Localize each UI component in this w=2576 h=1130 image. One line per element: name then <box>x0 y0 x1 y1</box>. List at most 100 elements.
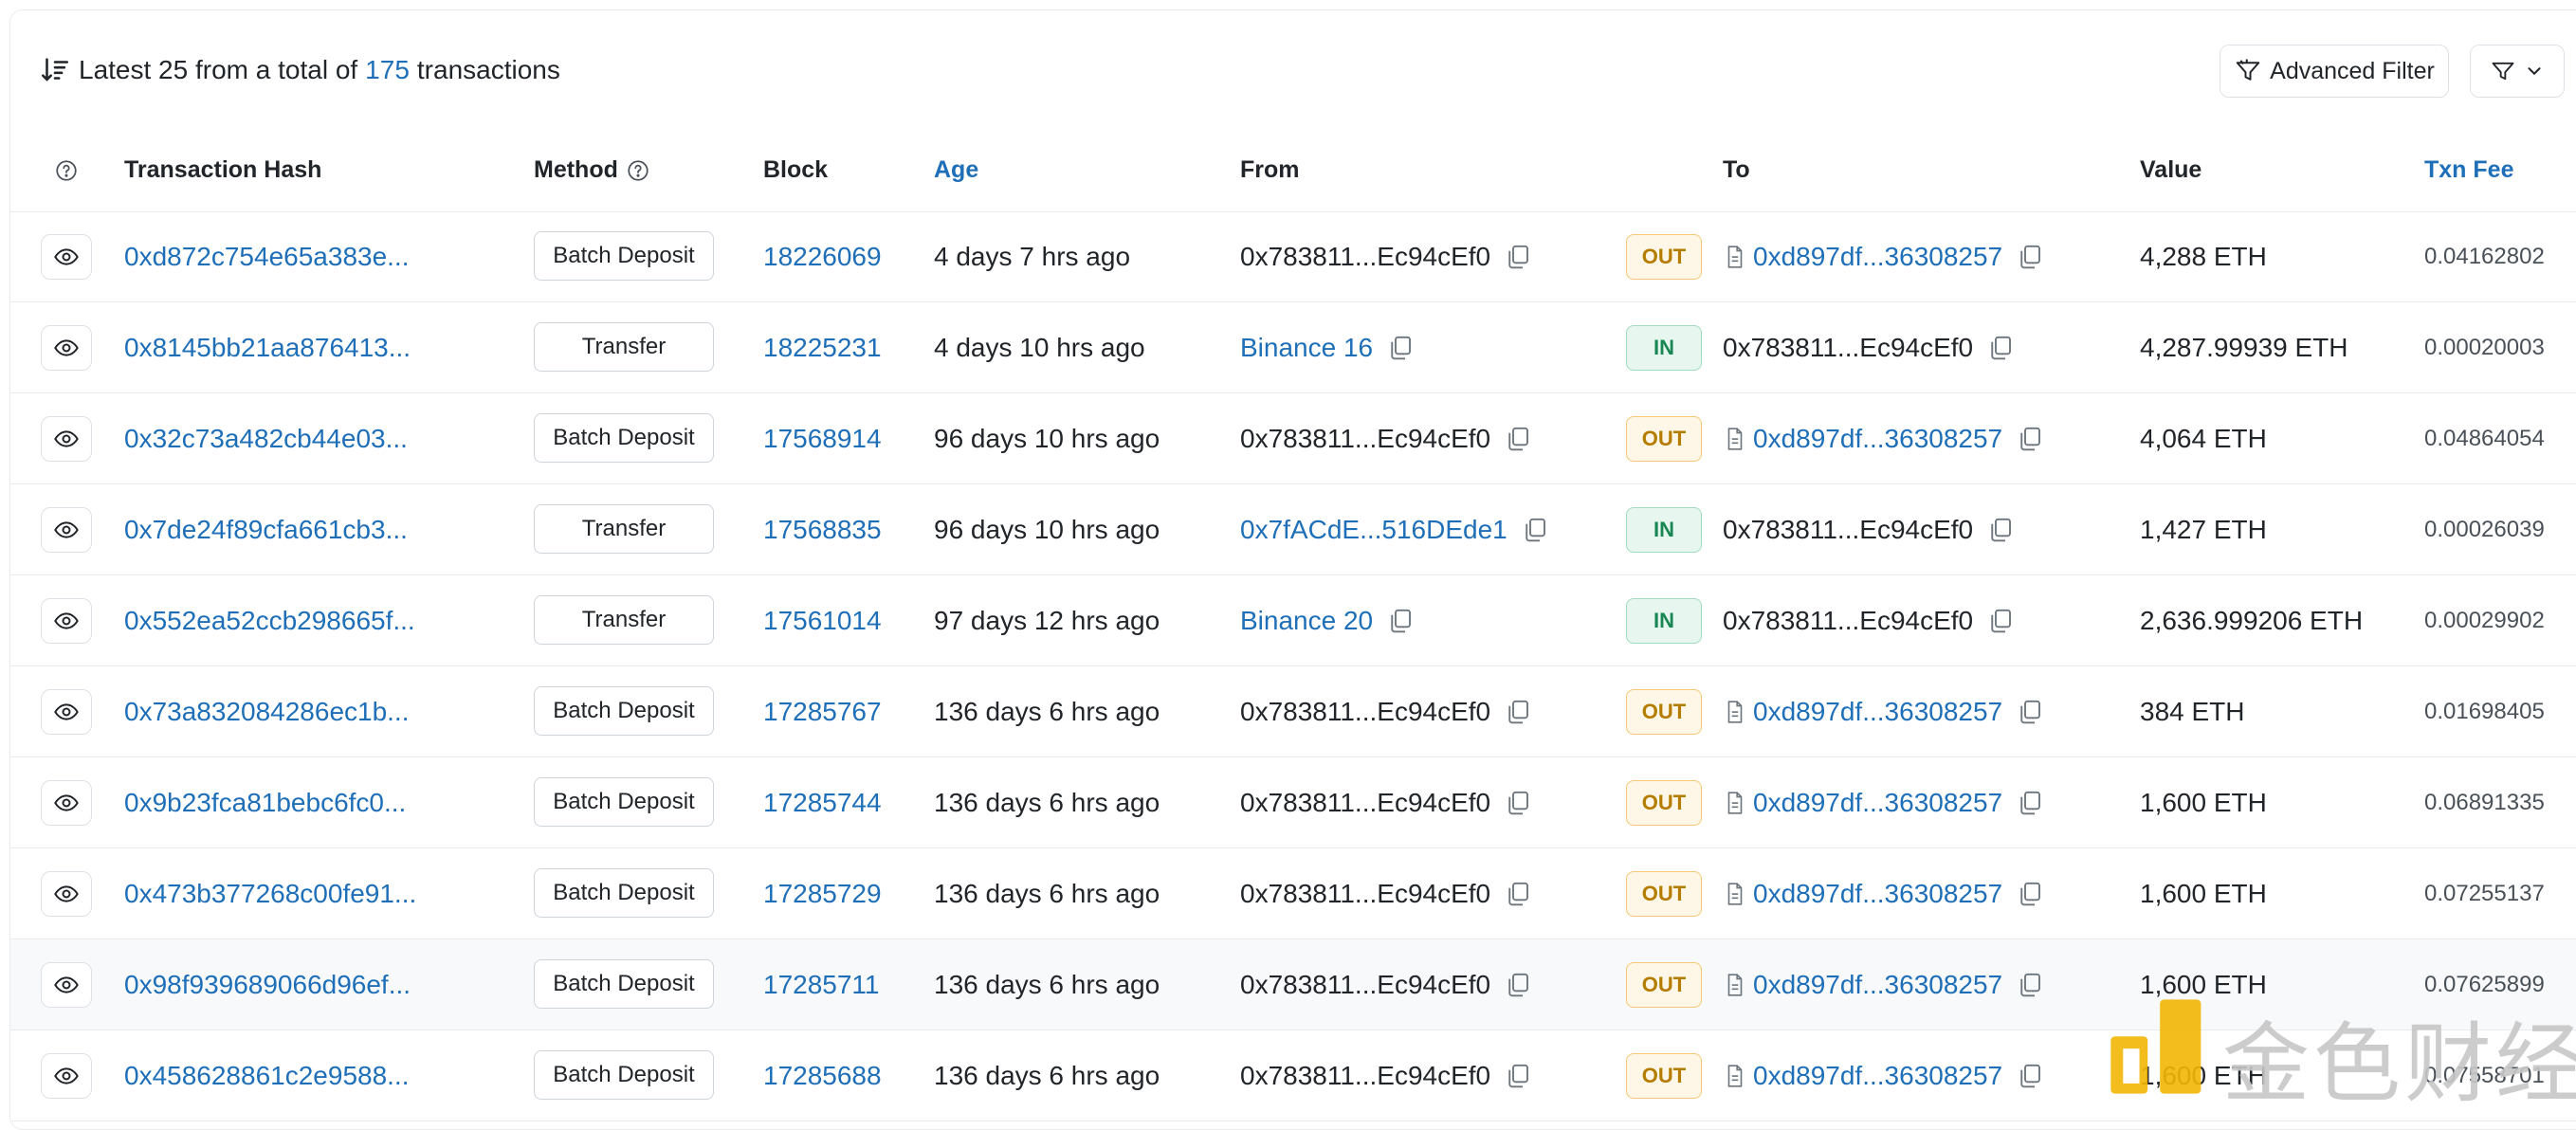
transaction-hash-link[interactable]: 0xd872c754e65a383e... <box>124 211 410 302</box>
copy-icon[interactable] <box>1521 516 1549 544</box>
block-link[interactable]: 17568914 <box>763 393 882 484</box>
block-link[interactable]: 17285767 <box>763 666 882 757</box>
from-address-text: 0x783811...Ec94cEf0 <box>1240 242 1491 271</box>
to-address-text[interactable]: 0xd897df...36308257 <box>1753 879 2002 909</box>
copy-icon[interactable] <box>2016 698 2044 726</box>
preview-button[interactable] <box>41 871 92 917</box>
value-text: 1,600 ETH <box>2140 879 2267 908</box>
watermark: 金色财经 <box>2107 988 2576 1115</box>
block-link[interactable]: 17285688 <box>763 1030 882 1121</box>
block-link[interactable]: 18226069 <box>763 211 882 302</box>
header-help[interactable] <box>54 129 79 211</box>
filter-dropdown-button[interactable] <box>2470 45 2565 98</box>
copy-icon[interactable] <box>1504 243 1532 271</box>
block-link[interactable]: 18225231 <box>763 302 882 393</box>
transaction-hash-link[interactable]: 0x8145bb21aa876413... <box>124 302 411 393</box>
to-address-text[interactable]: 0xd897df...36308257 <box>1753 970 2002 1000</box>
method-badge: Batch Deposit <box>534 959 714 1009</box>
preview-button[interactable] <box>41 234 92 280</box>
copy-icon[interactable] <box>1386 607 1415 635</box>
to-address: 0xd897df...36308257 <box>1723 848 2044 939</box>
copy-icon[interactable] <box>1504 971 1532 999</box>
transaction-hash-link[interactable]: 0x9b23fca81bebc6fc0... <box>124 757 406 848</box>
copy-icon[interactable] <box>1504 789 1532 817</box>
from-address-text[interactable]: Binance 20 <box>1240 606 1373 636</box>
value-text: 1,427 ETH <box>2140 515 2267 544</box>
copy-icon[interactable] <box>2016 425 2044 453</box>
copy-icon[interactable] <box>1504 880 1532 908</box>
txn-fee-text: 0.00026039 <box>2424 517 2545 542</box>
copy-icon[interactable] <box>1386 334 1415 362</box>
transaction-hash-link[interactable]: 0x7de24f89cfa661cb3... <box>124 484 408 575</box>
from-address-text[interactable]: Binance 16 <box>1240 333 1373 363</box>
to-address-text[interactable]: 0xd897df...36308257 <box>1753 788 2002 818</box>
age-text: 96 days 10 hrs ago <box>934 424 1160 453</box>
block-link[interactable]: 17561014 <box>763 575 882 666</box>
copy-icon[interactable] <box>2016 971 2044 999</box>
contract-file-icon <box>1727 974 1743 996</box>
direction-badge: IN <box>1626 507 1702 553</box>
age-text: 4 days 10 hrs ago <box>934 333 1145 362</box>
copy-icon[interactable] <box>2016 880 2044 908</box>
value-text: 1,600 ETH <box>2140 788 2267 817</box>
to-address-text[interactable]: 0xd897df...36308257 <box>1753 697 2002 727</box>
copy-icon[interactable] <box>1986 607 2015 635</box>
transaction-hash-link[interactable]: 0x98f939689066d96ef... <box>124 939 411 1030</box>
from-address-text: 0x783811...Ec94cEf0 <box>1240 1061 1491 1090</box>
preview-button[interactable] <box>41 416 92 462</box>
method-badge: Transfer <box>534 504 714 554</box>
block-link[interactable]: 17568835 <box>763 484 882 575</box>
to-address-text: 0x783811...Ec94cEf0 <box>1723 515 1974 544</box>
block-link[interactable]: 17285711 <box>763 939 880 1030</box>
txn-fee-text: 0.07255137 <box>2424 881 2545 906</box>
preview-button[interactable] <box>41 780 92 826</box>
preview-button[interactable] <box>41 325 92 371</box>
summary-prefix: Latest 25 from a total of <box>79 54 358 84</box>
table-row: 0x8145bb21aa876413... Transfer 18225231 4 d… <box>10 302 2576 393</box>
summary-total-link[interactable]: 175 <box>365 55 410 85</box>
block-link[interactable]: 17285744 <box>763 757 882 848</box>
copy-icon[interactable] <box>2016 1062 2044 1090</box>
to-address-text[interactable]: 0xd897df...36308257 <box>1753 1061 2002 1091</box>
question-circle-icon <box>56 159 77 181</box>
txn-fee-text: 0.01698405 <box>2424 699 2545 724</box>
eye-icon <box>54 976 79 993</box>
header-age-toggle[interactable]: Age <box>934 129 978 211</box>
copy-icon[interactable] <box>1986 516 2015 544</box>
watermark-text: 金色财经 <box>2222 1013 2576 1115</box>
transaction-hash-link[interactable]: 0x73a832084286ec1b... <box>124 666 410 757</box>
table-row: 0xd872c754e65a383e... Batch Deposit 182260… <box>10 211 2576 302</box>
preview-button[interactable] <box>41 962 92 1008</box>
block-link[interactable]: 17285729 <box>763 848 882 939</box>
transaction-hash-link[interactable]: 0x552ea52ccb298665f... <box>124 575 415 666</box>
copy-icon[interactable] <box>2016 789 2044 817</box>
preview-button[interactable] <box>41 689 92 735</box>
copy-icon[interactable] <box>2016 243 2044 271</box>
to-address-text[interactable]: 0xd897df...36308257 <box>1753 242 2002 272</box>
to-address: 0xd897df...36308257 <box>1723 666 2044 757</box>
copy-icon[interactable] <box>1504 1062 1532 1090</box>
preview-button[interactable] <box>41 507 92 553</box>
contract-file-icon <box>1727 701 1743 723</box>
from-address-text[interactable]: 0x7fACdE...516DEde1 <box>1240 515 1507 545</box>
advanced-filter-icon <box>2236 59 2260 81</box>
transaction-hash-link[interactable]: 0x32c73a482cb44e03... <box>124 393 408 484</box>
table-header: Transaction Hash Method Block Age From T… <box>10 129 2576 212</box>
from-address-text: 0x783811...Ec94cEf0 <box>1240 970 1491 999</box>
header-method-label: Method <box>534 156 618 183</box>
contract-file-icon <box>1727 1065 1743 1087</box>
copy-icon[interactable] <box>1504 698 1532 726</box>
method-badge: Batch Deposit <box>534 777 714 827</box>
preview-button[interactable] <box>41 598 92 644</box>
table-row: 0x7de24f89cfa661cb3... Transfer 17568835 96… <box>10 484 2576 575</box>
advanced-filter-button[interactable]: Advanced Filter <box>2220 45 2449 98</box>
question-circle-icon[interactable] <box>626 158 650 183</box>
copy-icon[interactable] <box>1986 334 2015 362</box>
to-address-text[interactable]: 0xd897df...36308257 <box>1753 424 2002 454</box>
header-txn-fee-toggle[interactable]: Txn Fee <box>2424 129 2513 211</box>
preview-button[interactable] <box>41 1053 92 1099</box>
method-badge: Batch Deposit <box>534 413 714 463</box>
transaction-hash-link[interactable]: 0x473b377268c00fe91... <box>124 848 416 939</box>
copy-icon[interactable] <box>1504 425 1532 453</box>
transaction-hash-link[interactable]: 0x458628861c2e9588... <box>124 1030 410 1121</box>
